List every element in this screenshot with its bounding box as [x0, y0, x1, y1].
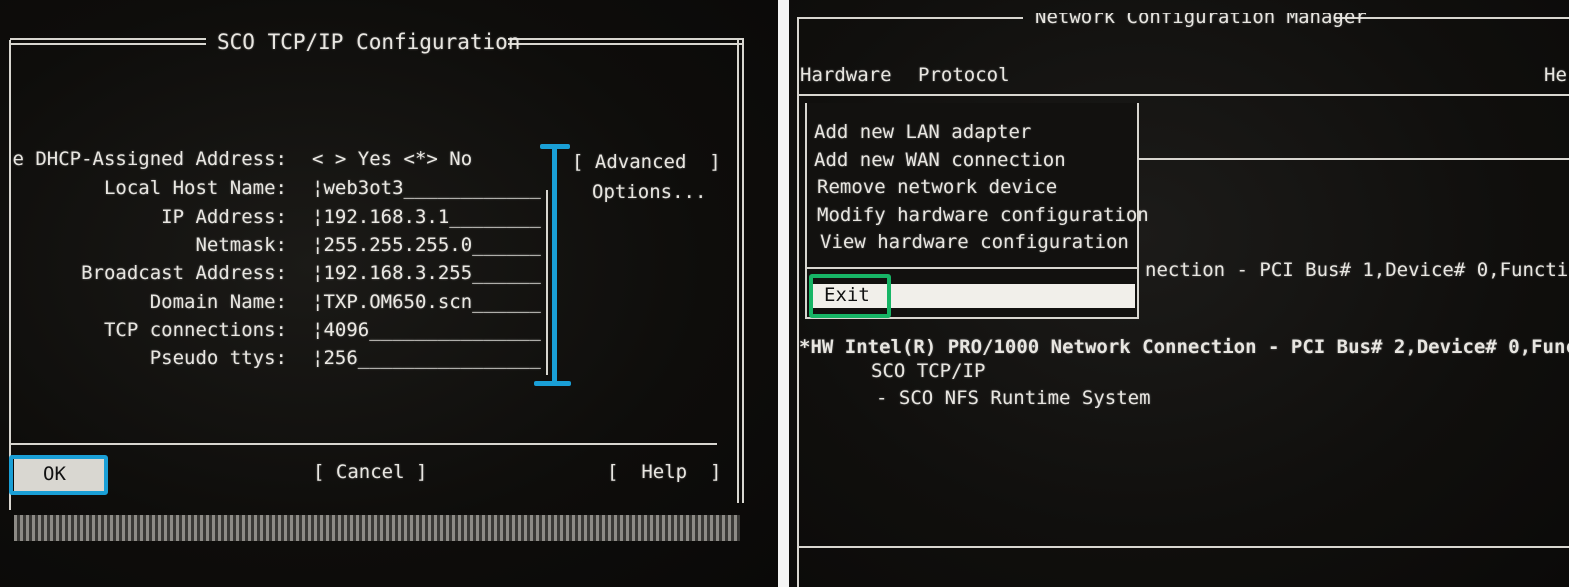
exit-highlight [809, 274, 891, 318]
device-entry-2[interactable]: *HW Intel(R) PRO/1000 Network Connection… [799, 336, 1569, 358]
menubar-rule [797, 94, 1569, 96]
tcpip-config-screen: SCO TCP/IP Configuration e DHCP-Assigned… [0, 0, 778, 587]
dialog-frame-left [9, 40, 11, 510]
content-rule [1139, 158, 1569, 160]
dialog-title: SCO TCP/IP Configuration [217, 30, 521, 54]
left-border [797, 17, 799, 587]
protocol-nfs-runtime[interactable]: - SCO NFS Runtime System [876, 387, 1151, 409]
ibeam-annotation-bottom [534, 381, 571, 386]
menu-hardware[interactable]: Hardware [800, 64, 892, 86]
netmask-field[interactable]: ¦255.255.255.0______ [312, 234, 541, 256]
netmask-label: Netmask: [195, 234, 287, 256]
domain-name-field[interactable]: ¦TXP.OM650.scn______ [312, 291, 541, 313]
dhcp-radio-group[interactable]: < > Yes <*> No [312, 148, 472, 170]
ip-address-field[interactable]: ¦192.168.3.1________ [312, 206, 541, 228]
window-title: Network Configuration Manager [1035, 6, 1367, 28]
advanced-options-label: Options... [592, 181, 707, 203]
dropdown-separator [805, 267, 1139, 269]
tcp-connections-field[interactable]: ¦4096_______________ [312, 319, 541, 341]
ok-button-label: OK [43, 463, 66, 485]
ibeam-annotation-stem [552, 146, 557, 384]
status-rule [797, 546, 1569, 548]
dialog-shadow-bar [14, 515, 740, 541]
menu-protocol[interactable]: Protocol [918, 64, 1010, 86]
button-separator [10, 443, 717, 445]
broadcast-address-field[interactable]: ¦192.168.3.255______ [312, 262, 541, 284]
panel-divider [778, 0, 789, 587]
protocol-tcpip[interactable]: SCO TCP/IP [871, 360, 985, 382]
broadcast-address-label: Broadcast Address: [81, 262, 287, 284]
pseudo-ttys-field[interactable]: ¦256________________ [312, 347, 541, 369]
title-rule-left [797, 17, 1023, 19]
advanced-options-button[interactable]: [ Advanced ] [572, 151, 721, 173]
ip-address-label: IP Address: [161, 206, 287, 228]
menu-item-modify-hardware-config[interactable]: Modify hardware configuration [817, 204, 1149, 226]
menu-help[interactable]: He [1544, 64, 1567, 86]
domain-name-label: Domain Name: [149, 291, 287, 313]
fields-column-border [546, 190, 548, 375]
menu-item-add-lan-adapter[interactable]: Add new LAN adapter [814, 121, 1031, 143]
tcp-connections-label: TCP connections: [103, 319, 287, 341]
menu-item-view-hardware-config[interactable]: View hardware configuration [820, 231, 1129, 253]
dialog-frame-top-left [10, 38, 206, 45]
help-button[interactable]: [ Help ] [607, 461, 721, 483]
dialog-frame-top-right [508, 38, 744, 45]
local-host-name-field[interactable]: ¦web3ot3____________ [312, 177, 541, 199]
device-entry-1[interactable]: nection - PCI Bus# 1,Device# 0,Functi [1145, 259, 1568, 281]
dhcp-label: e DHCP-Assigned Address: [12, 148, 287, 170]
cancel-button[interactable]: [ Cancel ] [313, 461, 427, 483]
network-config-manager-screen: Network Configuration Manager Hardware P… [789, 0, 1569, 587]
dialog-frame-right [737, 38, 744, 503]
local-host-name-label: Local Host Name: [103, 177, 287, 199]
pseudo-ttys-label: Pseudo ttys: [149, 347, 287, 369]
menu-item-remove-network-device[interactable]: Remove network device [817, 176, 1057, 198]
title-rule-right [1334, 17, 1569, 19]
menu-item-add-wan-connection[interactable]: Add new WAN connection [814, 149, 1066, 171]
